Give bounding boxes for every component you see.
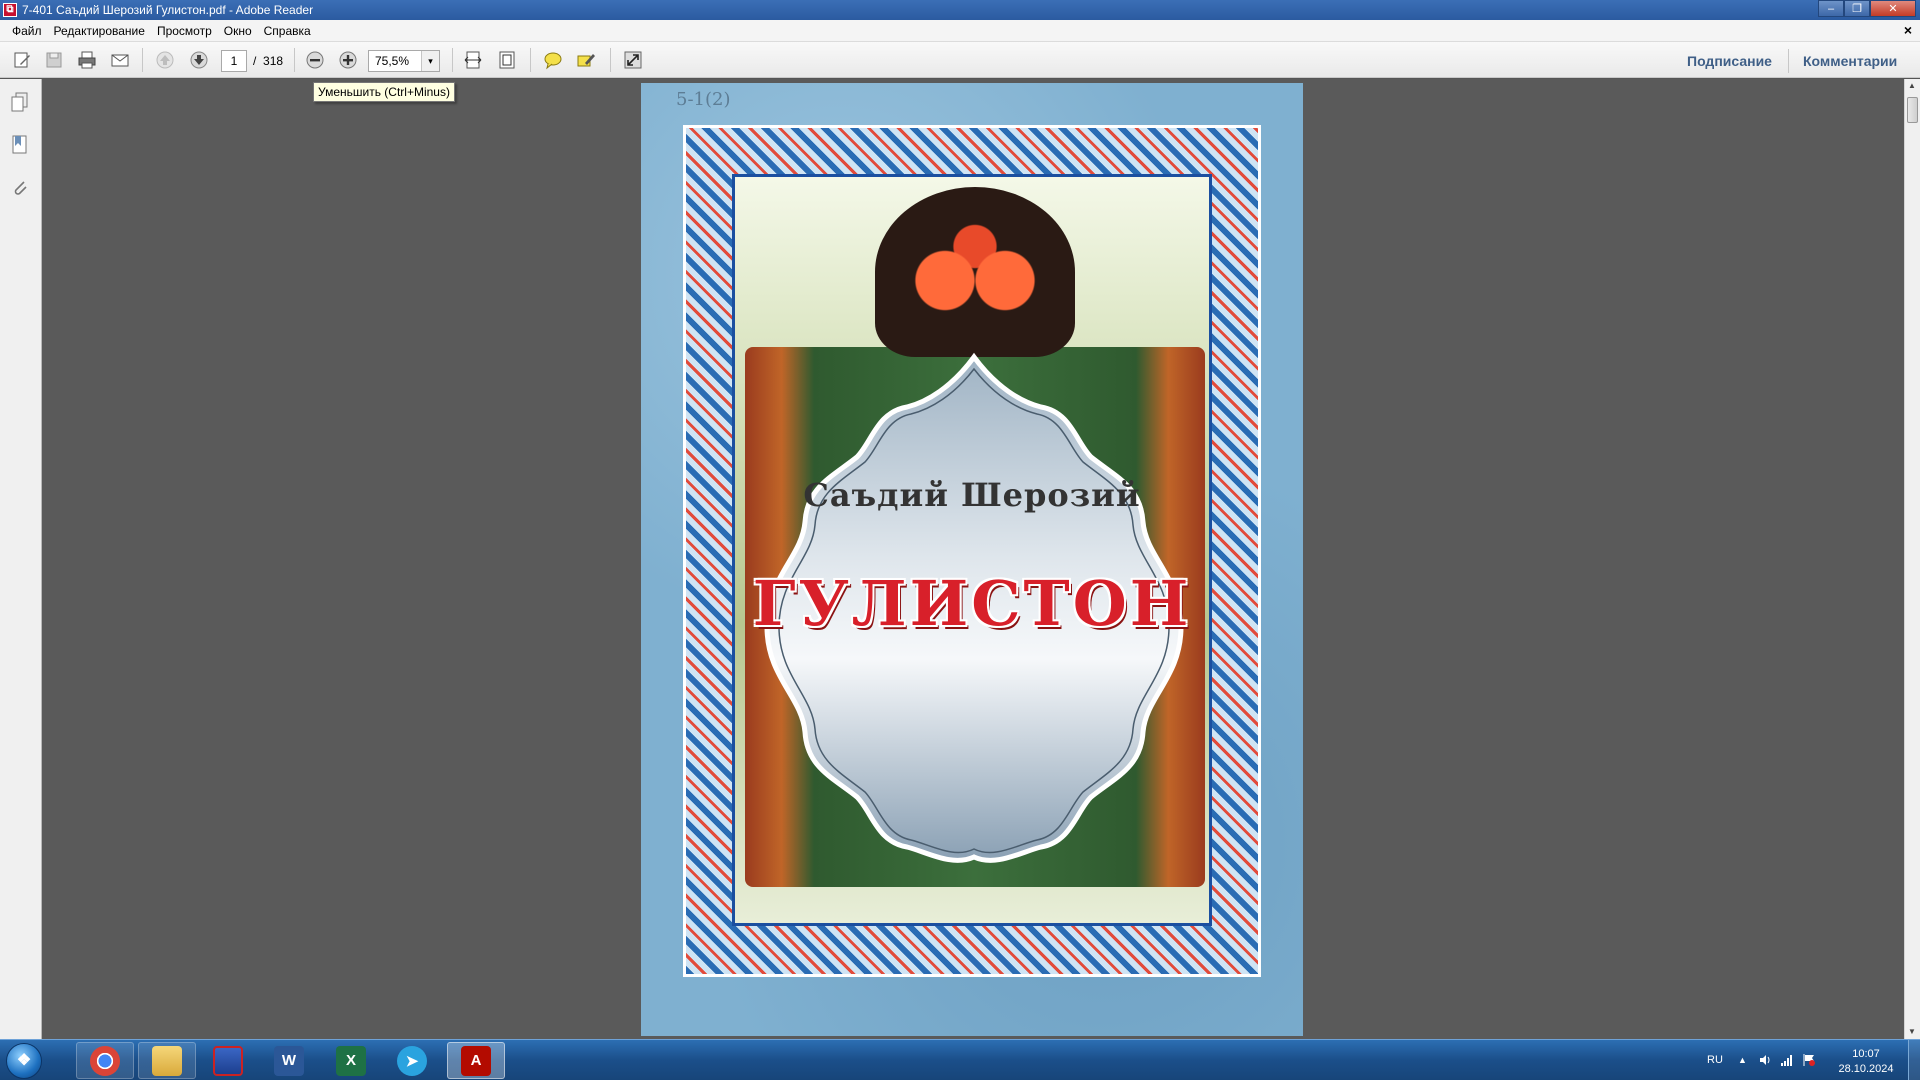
vertical-scrollbar[interactable]: ▲ ▼: [1904, 79, 1920, 1039]
zoom-combo[interactable]: ▾: [368, 50, 440, 72]
fit-page-icon[interactable]: [495, 49, 519, 71]
scroll-up-arrow-icon[interactable]: ▲: [1908, 81, 1916, 90]
create-pdf-icon[interactable]: [10, 49, 34, 71]
bookmarks-icon[interactable]: [9, 134, 31, 156]
zoom-in-icon[interactable]: [336, 49, 360, 71]
page-number-input[interactable]: [221, 50, 247, 72]
menu-file[interactable]: Файл: [6, 24, 48, 38]
floppy-icon: [213, 1045, 243, 1076]
excel-icon: X: [336, 1045, 366, 1076]
close-document-button[interactable]: ×: [1904, 22, 1912, 38]
menu-help[interactable]: Справка: [258, 24, 317, 38]
network-icon[interactable]: [1780, 1053, 1794, 1067]
ornamental-border: [683, 125, 1261, 977]
toolbar: / 318 ▾ Подписание Комментарии: [0, 42, 1920, 78]
system-tray: RU ▲ 10:07 28.10.2024: [1700, 1046, 1910, 1076]
start-button[interactable]: ❖: [6, 1043, 42, 1079]
page-total: / 318: [253, 54, 284, 68]
clock-time[interactable]: 10:07: [1830, 1048, 1902, 1060]
show-hidden-icons-icon[interactable]: ▲: [1738, 1055, 1747, 1065]
action-center-flag-icon[interactable]: [1802, 1053, 1816, 1067]
taskbar-chrome[interactable]: [76, 1042, 134, 1079]
window-title: 7-401 Саъдий Шерозий Гулистон.pdf - Adob…: [22, 3, 314, 17]
previous-page-icon[interactable]: [153, 49, 177, 71]
adobe-reader-taskbar-icon: A: [461, 1045, 491, 1076]
volume-icon[interactable]: [1758, 1053, 1772, 1067]
folder-icon: [152, 1045, 182, 1076]
zoom-input[interactable]: [369, 51, 419, 71]
print-icon[interactable]: [75, 49, 99, 71]
adobe-reader-icon: ⧉: [3, 3, 17, 17]
chrome-icon: [90, 1045, 120, 1076]
language-indicator[interactable]: RU: [1707, 1054, 1723, 1066]
attachments-icon[interactable]: [9, 177, 31, 199]
minimize-button[interactable]: –: [1818, 0, 1844, 17]
close-button[interactable]: ✕: [1870, 0, 1916, 17]
fullscreen-icon[interactable]: [621, 49, 645, 71]
highlight-icon[interactable]: [574, 49, 598, 71]
menu-view[interactable]: Просмотр: [151, 24, 218, 38]
email-icon[interactable]: [108, 49, 132, 71]
window-title-bar[interactable]: ⧉ 7-401 Саъдий Шерозий Гулистон.pdf - Ad…: [0, 0, 1920, 20]
taskbar-explorer[interactable]: [138, 1042, 196, 1079]
show-desktop-button[interactable]: [1908, 1040, 1920, 1080]
pencil-mark: 5-1(2): [676, 89, 731, 110]
navigation-pane: [0, 79, 42, 1039]
sign-link[interactable]: Подписание: [1687, 53, 1772, 69]
window-controls: – ❐ ✕: [1818, 0, 1916, 18]
comments-link[interactable]: Комментарии: [1803, 53, 1897, 69]
taskbar-adobe-reader[interactable]: A: [447, 1042, 505, 1079]
taskbar-telegram[interactable]: ➤: [383, 1042, 441, 1079]
restore-button[interactable]: ❐: [1844, 0, 1870, 17]
book-title: ГУЛИСТОН: [752, 567, 1192, 640]
zoom-out-tooltip: Уменьшить (Ctrl+Minus): [313, 82, 455, 102]
taskbar-word[interactable]: W: [260, 1042, 318, 1079]
fit-width-icon[interactable]: [461, 49, 485, 71]
save-icon[interactable]: [42, 49, 66, 71]
menu-edit[interactable]: Редактирование: [48, 24, 151, 38]
menu-bar: Файл Редактирование Просмотр Окно Справк…: [0, 20, 1920, 42]
page-thumbnails-icon[interactable]: [9, 91, 31, 113]
telegram-icon: ➤: [397, 1045, 427, 1076]
zoom-out-icon[interactable]: [303, 49, 327, 71]
book-author: Саъдий Шерозий: [803, 476, 1141, 514]
taskbar-excel[interactable]: X: [322, 1042, 380, 1079]
comment-icon[interactable]: [541, 49, 565, 71]
scrollbar-thumb[interactable]: [1907, 97, 1918, 123]
zoom-dropdown-button[interactable]: ▾: [421, 51, 439, 71]
taskbar: ❖ W X ➤ A RU ▲ 10:07 28.10.2024: [0, 1039, 1920, 1080]
pdf-page-cover: 5-1(2) Саъдий Шерозий ГУЛИСТОН: [641, 83, 1303, 1036]
word-icon: W: [274, 1045, 304, 1076]
cover-illustration: [732, 174, 1212, 926]
next-page-icon[interactable]: [187, 49, 211, 71]
menu-window[interactable]: Окно: [218, 24, 258, 38]
scroll-down-arrow-icon[interactable]: ▼: [1908, 1027, 1916, 1036]
taskbar-save-app[interactable]: [199, 1042, 257, 1079]
document-viewport[interactable]: 5-1(2) Саъдий Шерозий ГУЛИСТОН: [42, 79, 1904, 1039]
flower-ornament: [875, 187, 1075, 357]
clock-date[interactable]: 28.10.2024: [1830, 1063, 1902, 1075]
